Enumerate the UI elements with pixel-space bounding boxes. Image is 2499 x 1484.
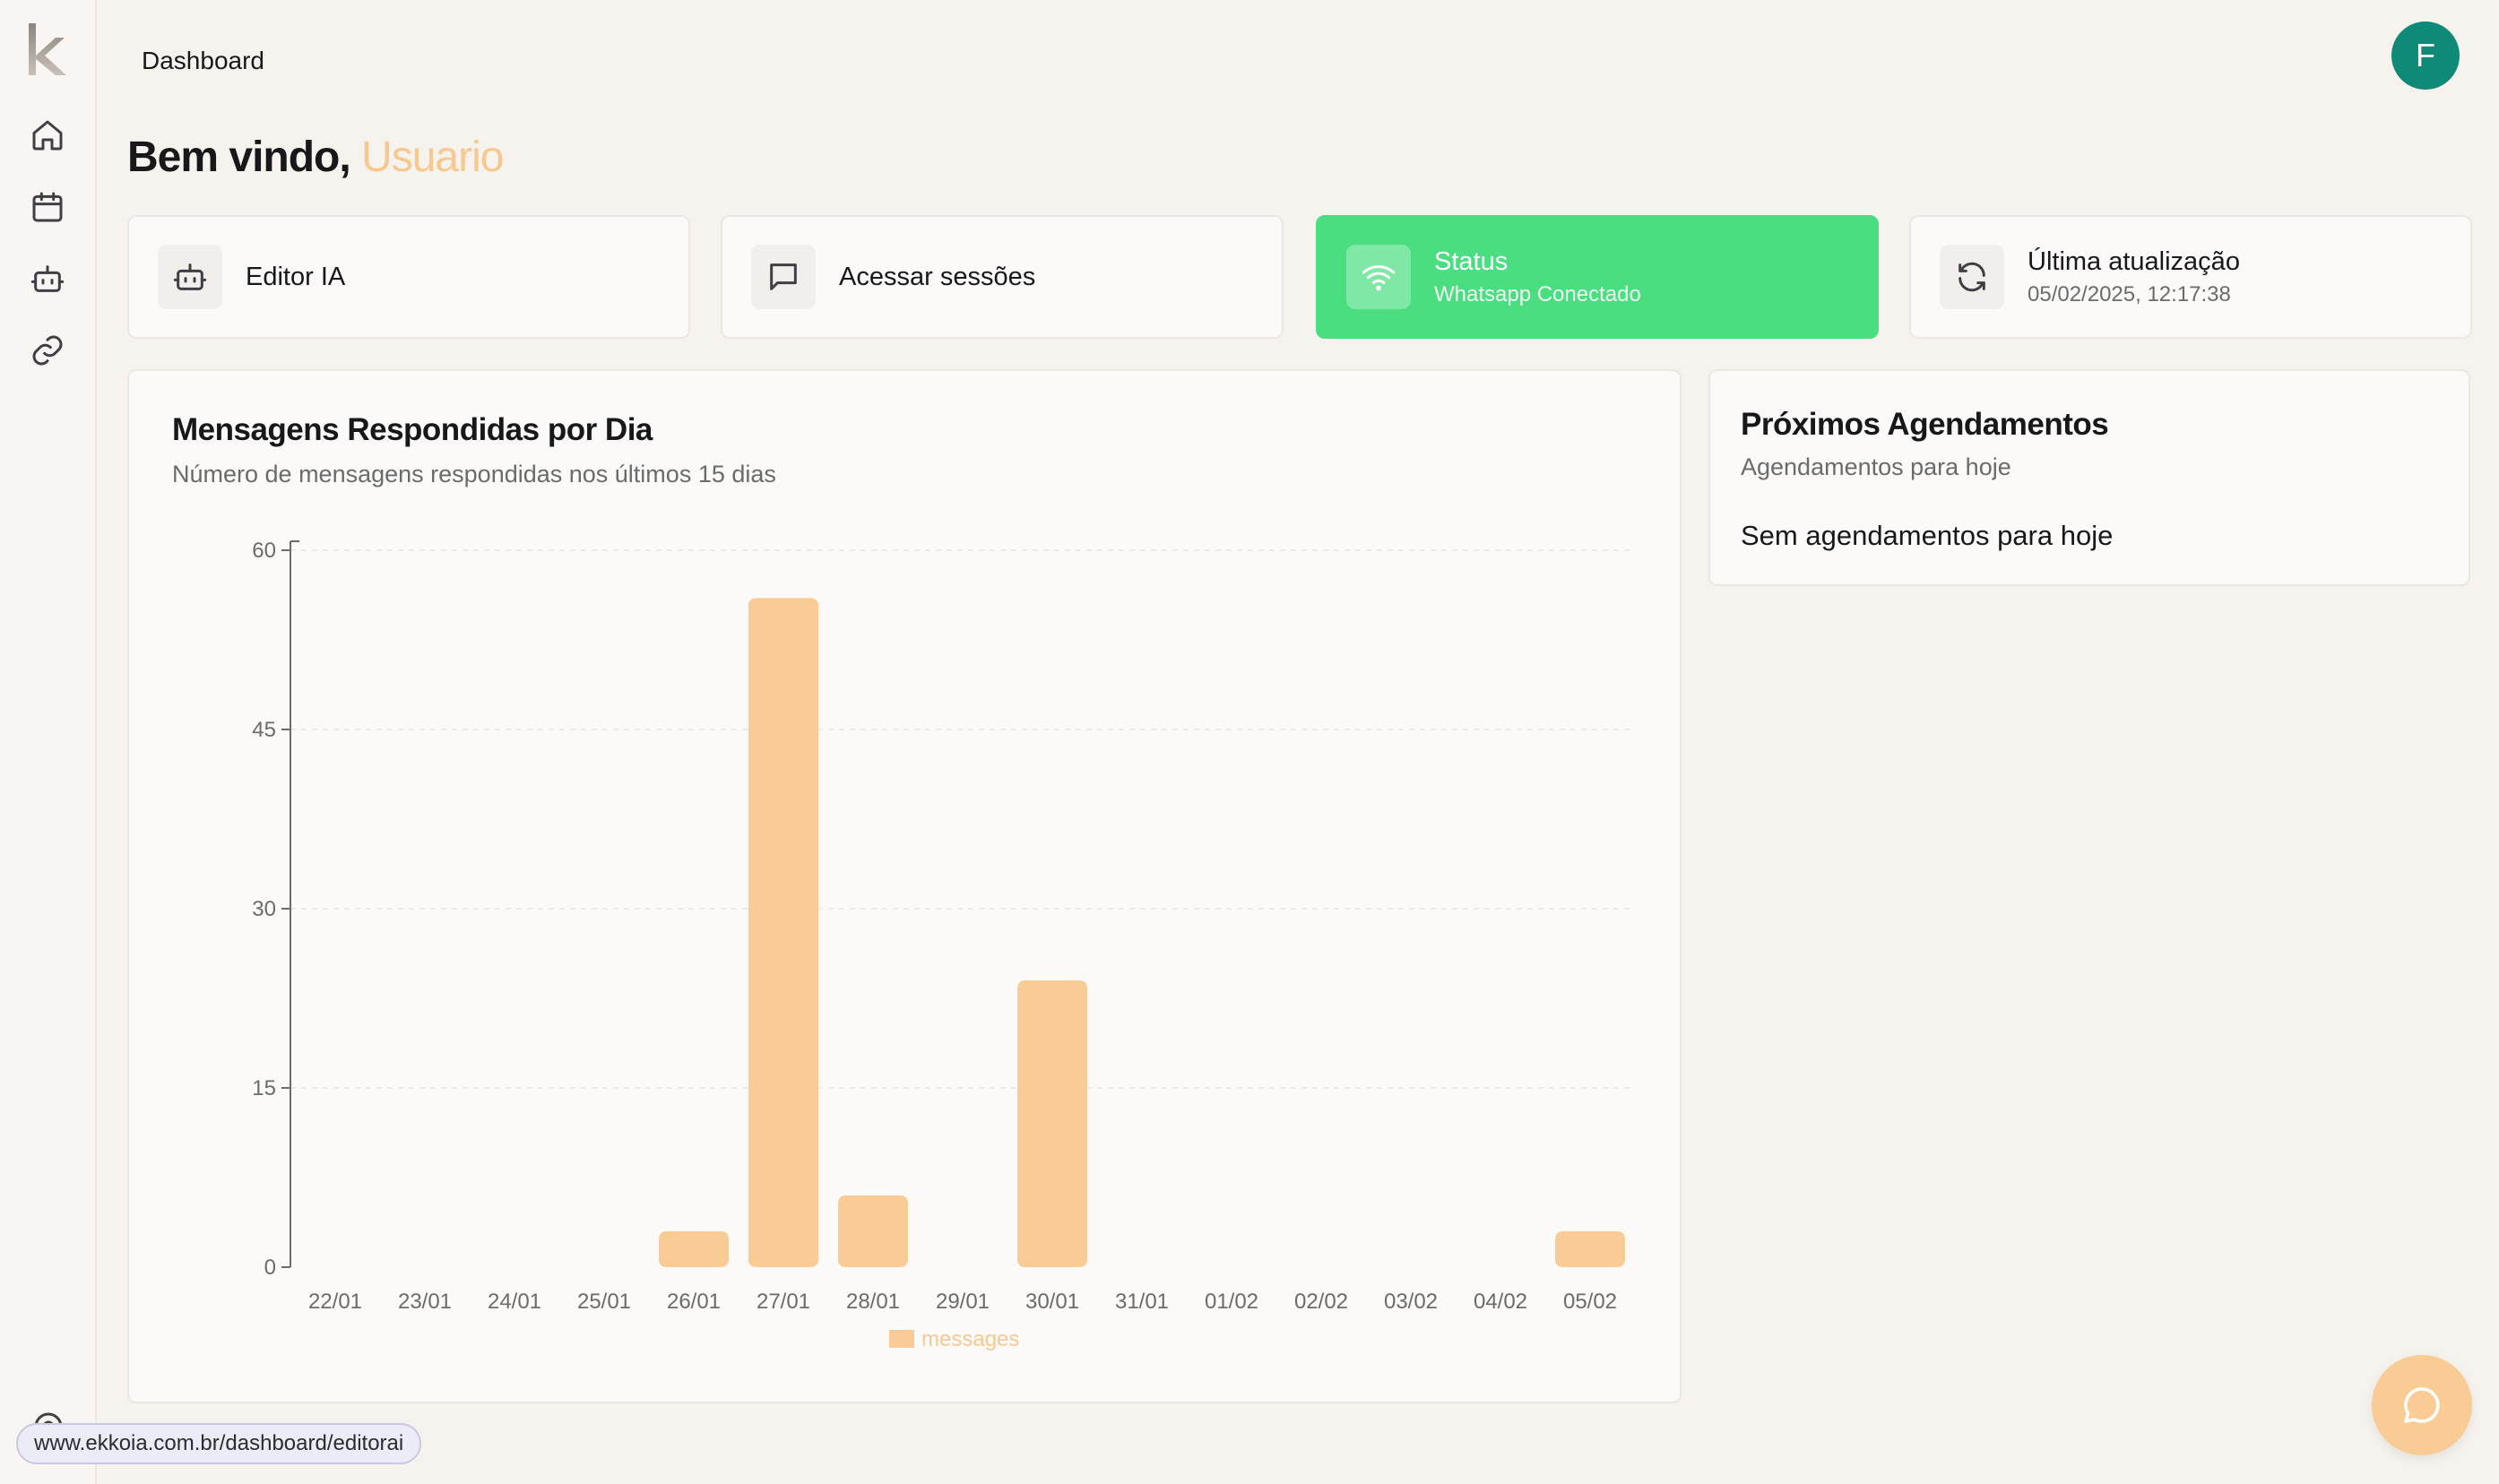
wifi-icon [1346,245,1411,309]
messages-chart-panel: Mensagens Respondidas por Dia Número de … [127,369,1682,1403]
schedule-title: Próximos Agendamentos [1741,407,2109,442]
x-tick-label: 31/01 [1115,1290,1169,1314]
y-tick-label: 60 [252,539,276,563]
y-tick-label: 45 [252,718,276,742]
x-tick-label: 25/01 [577,1290,631,1314]
chart-bar [1017,980,1087,1267]
last-update-card[interactable]: Última atualização 05/02/2025, 12:17:38 [1909,215,2472,339]
schedule-panel: Próximos Agendamentos Agendamentos para … [1708,369,2470,586]
legend-swatch [889,1330,914,1348]
message-square-icon [751,245,816,309]
y-tick-label: 0 [264,1255,276,1280]
last-update-label: Última atualização [2028,246,2240,276]
x-tick-label: 22/01 [308,1290,362,1314]
x-tick-label: 02/02 [1294,1290,1348,1314]
x-tick-label: 04/02 [1474,1290,1527,1314]
editor-ia-card[interactable]: Editor IA [127,215,690,339]
y-tick-label: 15 [252,1076,276,1100]
schedule-empty-message: Sem agendamentos para hoje [1741,520,2114,551]
refresh-icon [1940,245,2004,309]
x-tick-label: 28/01 [846,1290,900,1314]
chart-bar [1555,1231,1625,1267]
editor-ia-label: Editor IA [246,262,346,291]
x-tick-label: 01/02 [1205,1290,1258,1314]
schedule-subtitle: Agendamentos para hoje [1741,453,2011,480]
welcome-user: Usuario [361,134,504,181]
nav-link[interactable] [27,330,68,371]
nav-home[interactable] [27,115,68,156]
chat-fab-button[interactable] [2372,1355,2472,1455]
sessions-label: Acessar sessões [839,262,1036,291]
x-tick-label: 23/01 [398,1290,452,1314]
chart-bar [748,598,818,1267]
messages-bar-chart: 0 15 30 45 60 22/01 23/01 24/01 25/01 26/01 27/01 2… [252,539,1635,1351]
link-preview-url: www.ekkoia.com.br/dashboard/editorai [16,1423,422,1464]
sessions-card[interactable]: Acessar sessões [721,215,1284,339]
y-tick-label: 30 [252,897,276,921]
sidebar [0,0,97,1484]
x-tick-label: 30/01 [1025,1290,1079,1314]
bot-icon [158,245,222,309]
home-icon [32,120,63,151]
x-tick-label: 05/02 [1563,1290,1617,1314]
status-card[interactable]: Status Whatsapp Conectado [1316,215,1879,339]
status-label: Status [1434,246,1509,276]
bot-icon [30,265,65,292]
app-logo[interactable] [23,20,74,79]
welcome-greeting: Bem vindo, [127,134,351,181]
status-value: Whatsapp Conectado [1434,281,1641,306]
x-tick-label: 26/01 [667,1290,721,1314]
chart-bar [838,1195,908,1267]
link-icon [32,335,63,366]
chat-bubble-icon [2404,1387,2440,1423]
nav-bot[interactable] [27,258,68,299]
last-update-value: 05/02/2025, 12:17:38 [2028,281,2231,306]
avatar[interactable]: F [2391,22,2460,90]
x-tick-label: 03/02 [1384,1290,1438,1314]
chart-bar [659,1231,729,1267]
page-title: Dashboard [142,47,264,74]
welcome-heading: Bem vindo, Usuario [127,133,504,182]
calendar-icon [32,192,63,222]
x-tick-label: 29/01 [936,1290,990,1314]
x-tick-label: 24/01 [488,1290,541,1314]
legend-label: messages [921,1327,1019,1351]
x-tick-label: 27/01 [757,1290,810,1314]
nav-calendar[interactable] [27,186,68,228]
